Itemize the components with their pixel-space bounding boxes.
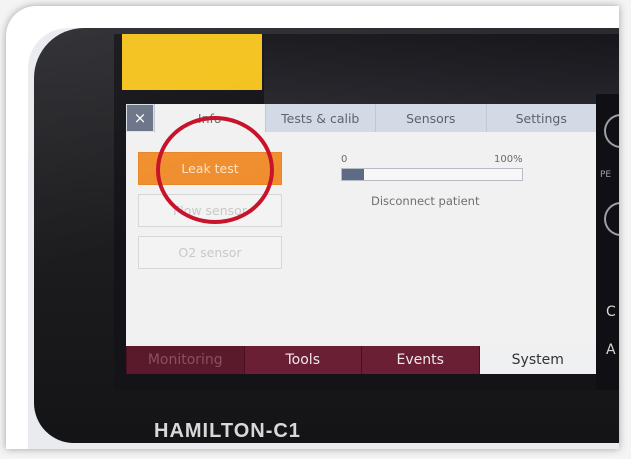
nav-events[interactable]: Events — [361, 346, 479, 374]
tab-settings-label: Settings — [515, 110, 567, 126]
tab-info[interactable]: Info — [154, 104, 265, 132]
progress-max-label: 100% — [494, 154, 523, 165]
right-label-a[interactable]: A — [606, 342, 616, 358]
tab-tests-calib[interactable]: Tests & calib — [264, 104, 375, 132]
tab-bar: × Info Tests & calib Sensors Settings — [126, 104, 596, 132]
tab-sensors-label: Sensors — [406, 110, 456, 126]
right-parameter-strip: PE C A — [596, 94, 619, 390]
ventilator-screen: × Info Tests & calib Sensors Settings Le… — [114, 34, 619, 390]
o2-sensor-label: O2 sensor — [178, 245, 242, 260]
dialog-content: Leak test Flow sensor O2 sensor 0 100% D… — [126, 132, 596, 346]
device-brand-logo: HAMILTON-C1 — [154, 420, 301, 442]
flow-sensor-label: Flow sensor — [173, 203, 247, 218]
tab-info-label: Info — [197, 110, 222, 126]
photo-frame: × Info Tests & calib Sensors Settings Le… — [6, 6, 619, 449]
nav-system[interactable]: System — [478, 346, 596, 374]
device-bezel: × Info Tests & calib Sensors Settings Le… — [34, 28, 619, 443]
gauge-icon — [604, 114, 619, 148]
progress-fill — [342, 169, 364, 180]
device-photo: × Info Tests & calib Sensors Settings Le… — [28, 28, 619, 449]
nav-system-label: System — [511, 352, 564, 368]
nav-tools-label: Tools — [285, 352, 321, 368]
nav-events-label: Events — [396, 352, 444, 368]
leak-test-button[interactable]: Leak test — [138, 152, 282, 185]
close-button[interactable]: × — [127, 105, 153, 131]
nav-tools[interactable]: Tools — [243, 346, 361, 374]
right-label-c[interactable]: C — [606, 304, 616, 320]
tab-sensors[interactable]: Sensors — [375, 104, 486, 132]
flow-sensor-button[interactable]: Flow sensor — [138, 194, 282, 227]
close-icon: × — [133, 109, 147, 127]
system-dialog: × Info Tests & calib Sensors Settings Le… — [126, 104, 596, 374]
progress-min-label: 0 — [341, 154, 348, 165]
nav-monitoring-label: Monitoring — [147, 352, 223, 368]
right-label-pe: PE — [600, 170, 612, 180]
status-message: Disconnect patient — [371, 194, 480, 208]
screen-top-area — [264, 34, 619, 104]
alarm-bar — [122, 34, 262, 90]
o2-sensor-button[interactable]: O2 sensor — [138, 236, 282, 269]
leak-test-progress-bar — [341, 168, 523, 181]
nav-monitoring[interactable]: Monitoring — [126, 346, 244, 374]
gauge-icon — [604, 202, 619, 236]
leak-test-label: Leak test — [181, 161, 239, 176]
bottom-nav: Monitoring Tools Events System — [126, 346, 596, 374]
tab-settings[interactable]: Settings — [485, 104, 596, 132]
tab-tests-calib-label: Tests & calib — [281, 110, 360, 126]
